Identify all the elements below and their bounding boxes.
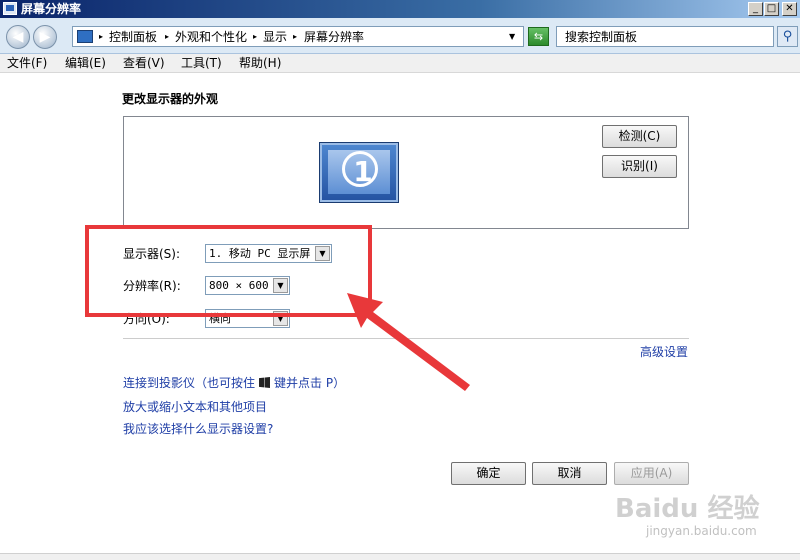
search-button[interactable]: ⚲	[777, 26, 798, 47]
minimize-button[interactable]: _	[748, 2, 763, 16]
breadcrumb-appearance[interactable]: 外观和个性化	[175, 30, 247, 44]
back-arrow-icon: ◀	[12, 29, 24, 45]
refresh-button[interactable]: ⇆	[528, 27, 549, 46]
apply-button: 应用(A)	[614, 462, 689, 485]
close-button[interactable]: ✕	[782, 2, 797, 16]
monitor-number-badge: 1	[342, 151, 378, 188]
detect-button[interactable]: 检测(C)	[602, 125, 677, 148]
refresh-icon: ⇆	[533, 30, 544, 43]
annotation-highlight-box	[85, 225, 372, 317]
window-title: 屏幕分辨率	[21, 2, 82, 16]
watermark-logo: Baidu 经验	[615, 494, 760, 524]
windows-logo-icon	[259, 377, 271, 388]
address-box[interactable]: ▸ 控制面板 ▸ 外观和个性化 ▸ 显示 ▸ 屏幕分辨率 ▼	[72, 26, 524, 47]
text-size-link[interactable]: 放大或缩小文本和其他项目	[123, 399, 267, 415]
maximize-button[interactable]: □	[764, 2, 779, 16]
breadcrumb-resolution[interactable]: 屏幕分辨率	[304, 30, 364, 44]
ok-button[interactable]: 确定	[451, 462, 526, 485]
connect-projector-link[interactable]: 连接到投影仪（也可按住 键并点击 P）	[123, 375, 345, 391]
breadcrumb-arrow-icon: ▸	[99, 32, 104, 41]
search-input[interactable]: 搜索控制面板	[556, 26, 774, 47]
which-settings-link[interactable]: 我应该选择什么显示器设置?	[123, 421, 273, 437]
forward-button[interactable]: ▶	[33, 25, 57, 49]
projector-link-text: 连接到投影仪（也可按住	[123, 376, 256, 390]
display-app-icon	[3, 2, 17, 15]
forward-arrow-icon: ▶	[39, 29, 51, 45]
control-panel-icon	[77, 30, 93, 43]
menu-tools[interactable]: 工具(T)	[181, 56, 222, 71]
menu-view[interactable]: 查看(V)	[123, 56, 165, 71]
breadcrumb-control-panel[interactable]: 控制面板	[109, 30, 157, 44]
search-placeholder: 搜索控制面板	[565, 30, 638, 44]
menu-bar: 文件(F) 编辑(E) 查看(V) 工具(T) 帮助(H)	[0, 54, 800, 73]
title-bar: 屏幕分辨率 _ □ ✕	[0, 0, 800, 18]
projector-link-text-2: 键并点击 P）	[274, 376, 346, 390]
monitor-1-icon[interactable]: 1	[319, 142, 399, 203]
menu-edit[interactable]: 编辑(E)	[65, 56, 106, 71]
monitor-preview-panel: 1 检测(C) 识别(I)	[123, 116, 689, 229]
advanced-settings-link[interactable]: 高级设置	[640, 344, 688, 360]
search-icon: ⚲	[782, 29, 793, 44]
menu-help[interactable]: 帮助(H)	[239, 56, 281, 71]
cancel-button[interactable]: 取消	[532, 462, 607, 485]
watermark-url: jingyan.baidu.com	[646, 524, 757, 538]
back-button[interactable]: ◀	[6, 25, 30, 49]
monitor-number: 1	[353, 155, 373, 188]
monitor-screen: 1	[328, 150, 390, 194]
breadcrumb-arrow-icon: ▸	[293, 32, 298, 41]
menu-file[interactable]: 文件(F)	[7, 56, 47, 71]
chevron-down-icon[interactable]: ▼	[509, 30, 515, 44]
page-title: 更改显示器的外观	[122, 92, 219, 106]
address-toolbar: ◀ ▶ ▸ 控制面板 ▸ 外观和个性化 ▸ 显示 ▸ 屏幕分辨率 ▼ ⇆ 搜索控…	[0, 18, 800, 54]
breadcrumb-arrow-icon: ▸	[165, 32, 170, 41]
separator	[123, 338, 689, 339]
breadcrumb-arrow-icon: ▸	[253, 32, 258, 41]
breadcrumb-display[interactable]: 显示	[263, 30, 287, 44]
identify-button[interactable]: 识别(I)	[602, 155, 677, 178]
window-bottom-edge	[0, 553, 800, 560]
